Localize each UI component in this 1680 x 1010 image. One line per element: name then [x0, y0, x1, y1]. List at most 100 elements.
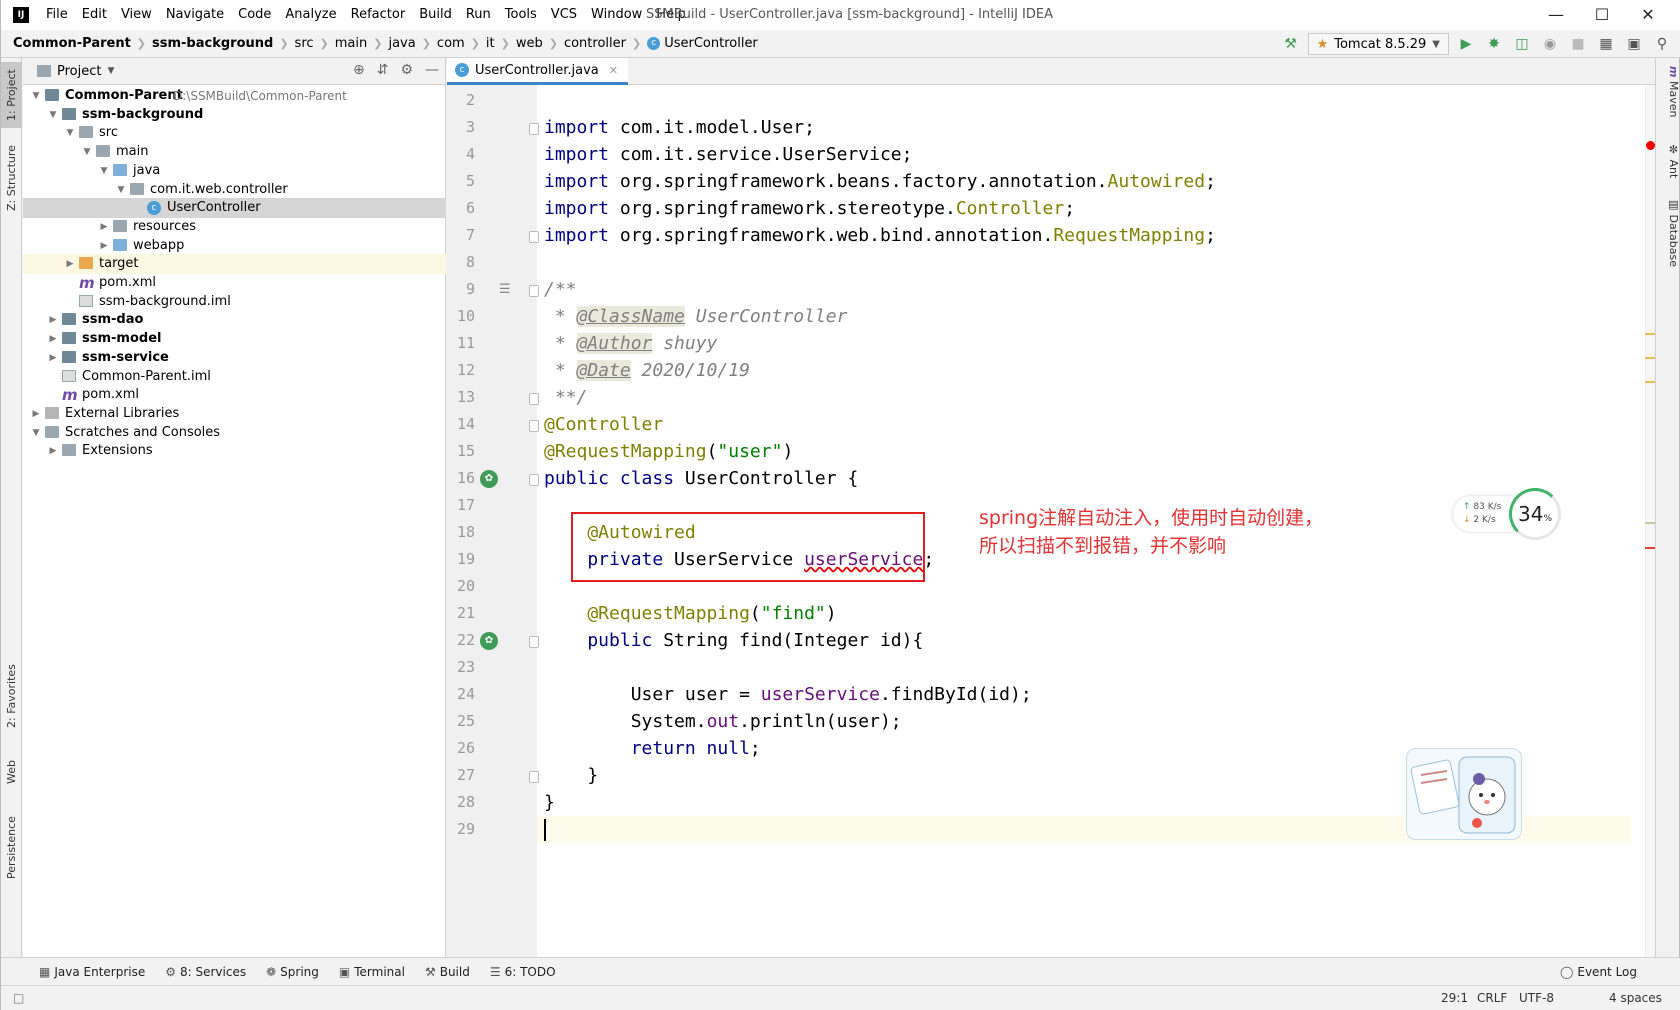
tree-item[interactable]: ▼ com.it.web.controller — [23, 180, 446, 200]
breadcrumb-item[interactable]: src ❯ — [289, 36, 329, 51]
breadcrumb-item[interactable]: java ❯ — [382, 36, 430, 51]
spring-bean-icon[interactable]: ✿ — [480, 632, 498, 650]
menu-view[interactable]: View — [114, 0, 159, 30]
menu-tools[interactable]: Tools — [498, 0, 544, 30]
collapse-arrow-icon[interactable]: ▶ — [48, 441, 58, 461]
file-encoding[interactable]: UTF-8 — [1519, 986, 1554, 1010]
tab-maven[interactable]: m Maven — [1656, 62, 1680, 122]
run-icon[interactable]: ▶ — [1455, 33, 1477, 55]
indent-setting[interactable]: 4 spaces — [1609, 986, 1662, 1010]
tree-item[interactable]: ▶ Extensions — [23, 441, 446, 461]
expand-arrow-icon[interactable]: ▼ — [31, 423, 41, 443]
spring-bean-icon[interactable]: ✿ — [480, 470, 498, 488]
collapse-arrow-icon[interactable]: ▶ — [48, 348, 58, 368]
expand-arrow-icon[interactable]: ▼ — [99, 161, 109, 181]
panel-toggle-icon[interactable]: □ — [13, 986, 24, 1010]
close-icon[interactable]: ✕ — [609, 64, 618, 77]
stop-icon[interactable]: ■ — [1567, 33, 1589, 55]
tool-button-java-enterprise[interactable]: ▦ Java Enterprise — [29, 958, 155, 986]
menu-file[interactable]: File — [39, 0, 75, 30]
collapse-arrow-icon[interactable]: ▶ — [48, 310, 58, 330]
breadcrumb-item[interactable]: Common-Parent ❯ — [7, 36, 146, 51]
project-structure-icon[interactable]: ▦ — [1595, 33, 1617, 55]
collapse-arrow-icon[interactable]: ▶ — [65, 254, 75, 274]
tab-web[interactable]: Web — [1, 752, 22, 792]
project-panel-title[interactable]: Project — [57, 64, 101, 79]
tree-item[interactable]: m pom.xml — [23, 385, 446, 405]
breadcrumb-item[interactable]: controller ❯ — [558, 36, 641, 51]
view-dropdown-icon[interactable]: ▼ — [107, 66, 114, 76]
frame-icon[interactable]: ▣ — [1623, 33, 1645, 55]
minimize-button[interactable]: — — [1533, 0, 1579, 30]
tab-database[interactable]: ▤ Database — [1656, 192, 1680, 272]
debug-icon[interactable]: ✸ — [1483, 33, 1505, 55]
tool-button-6-todo[interactable]: ☰ 6: TODO — [480, 958, 566, 986]
close-window-button[interactable]: ✕ — [1625, 0, 1671, 30]
tree-item[interactable]: ▶ ssm-service — [23, 348, 446, 368]
tree-item[interactable]: ▶ resources — [23, 217, 446, 237]
tree-item[interactable]: ▶ webapp — [23, 236, 446, 256]
menu-build[interactable]: Build — [412, 0, 459, 30]
tree-item[interactable]: ▼ main — [23, 142, 446, 162]
tree-item[interactable]: ▼ Scratches and Consoles — [23, 423, 446, 443]
tree-item[interactable]: ▼ ssm-background — [23, 105, 446, 125]
maximize-button[interactable]: ☐ — [1579, 0, 1625, 30]
collapse-arrow-icon[interactable]: ▶ — [99, 217, 109, 237]
breadcrumb-item[interactable]: com ❯ — [431, 36, 480, 51]
tree-item[interactable]: ssm-background.iml — [23, 292, 446, 312]
menu-refactor[interactable]: Refactor — [344, 0, 413, 30]
collapse-arrow-icon[interactable]: ▶ — [48, 329, 58, 349]
collapse-all-icon[interactable]: ⇵ — [377, 62, 389, 78]
menu-analyze[interactable]: Analyze — [278, 0, 343, 30]
menu-edit[interactable]: Edit — [75, 0, 114, 30]
hide-panel-icon[interactable]: — — [425, 62, 439, 78]
breadcrumb-item[interactable]: c UserController — [641, 36, 758, 51]
gear-icon[interactable]: ⚙ — [400, 62, 413, 78]
tree-item[interactable]: ▶ target — [23, 254, 446, 275]
tree-item[interactable]: Common-Parent.iml — [23, 367, 446, 387]
expand-arrow-icon[interactable]: ▼ — [82, 142, 92, 162]
tree-item[interactable]: ▶ External Libraries — [23, 404, 446, 424]
tool-button-8-services[interactable]: ⚙ 8: Services — [155, 958, 256, 986]
locate-icon[interactable]: ⊕ — [353, 62, 365, 78]
expand-arrow-icon[interactable]: ▼ — [48, 105, 58, 125]
menu-navigate[interactable]: Navigate — [159, 0, 231, 30]
expand-arrow-icon[interactable]: ▼ — [116, 180, 126, 200]
tab-favorites[interactable]: 2: Favorites — [1, 662, 22, 730]
tool-button-build[interactable]: ⚒ Build — [415, 958, 480, 986]
tab-structure[interactable]: Z: Structure — [1, 138, 22, 218]
caret-position[interactable]: 29:1 — [1441, 986, 1468, 1010]
profile-icon[interactable]: ◉ — [1539, 33, 1561, 55]
tree-item[interactable]: ▶ ssm-model — [23, 329, 446, 349]
tool-button-terminal[interactable]: ▣ Terminal — [329, 958, 415, 986]
tree-item[interactable]: ▼ Common-Parent D:\SSMBuild\Common-Parent — [23, 86, 446, 106]
breadcrumb-item[interactable]: web ❯ — [510, 36, 558, 51]
breadcrumb-item[interactable]: main ❯ — [329, 36, 383, 51]
render-doc-icon[interactable]: ☰ — [499, 282, 511, 297]
tree-item[interactable]: ▶ ssm-dao — [23, 310, 446, 330]
search-icon[interactable]: ⚲ — [1651, 33, 1673, 55]
tree-item[interactable]: ▼ java — [23, 161, 446, 181]
tab-persistence[interactable]: Persistence — [1, 808, 22, 888]
tab-ant[interactable]: ✼ Ant — [1656, 136, 1680, 186]
menu-run[interactable]: Run — [459, 0, 498, 30]
usage-gauge[interactable]: 34% — [1509, 488, 1561, 540]
error-status-icon[interactable] — [1646, 141, 1655, 150]
tab-project[interactable]: 1: Project — [1, 62, 22, 128]
menu-vcs[interactable]: VCS — [544, 0, 584, 30]
collapse-arrow-icon[interactable]: ▶ — [99, 236, 109, 256]
breadcrumb-item[interactable]: ssm-background ❯ — [146, 36, 289, 51]
tree-item[interactable]: c UserController — [23, 198, 446, 219]
collapse-arrow-icon[interactable]: ▶ — [31, 404, 41, 424]
tree-item[interactable]: ▼ src — [23, 123, 446, 143]
build-hammer-icon[interactable]: ⚒ — [1280, 33, 1302, 55]
tool-button-spring[interactable]: ❁ Spring — [256, 958, 329, 986]
coverage-icon[interactable]: ◫ — [1511, 33, 1533, 55]
menu-code[interactable]: Code — [231, 0, 278, 30]
breadcrumb-item[interactable]: it ❯ — [480, 36, 510, 51]
menu-window[interactable]: Window — [584, 0, 649, 30]
event-log-button[interactable]: ◯ Event Log — [1550, 958, 1647, 986]
expand-arrow-icon[interactable]: ▼ — [65, 123, 75, 143]
expand-arrow-icon[interactable]: ▼ — [31, 86, 41, 106]
tree-item[interactable]: m pom.xml — [23, 273, 446, 293]
